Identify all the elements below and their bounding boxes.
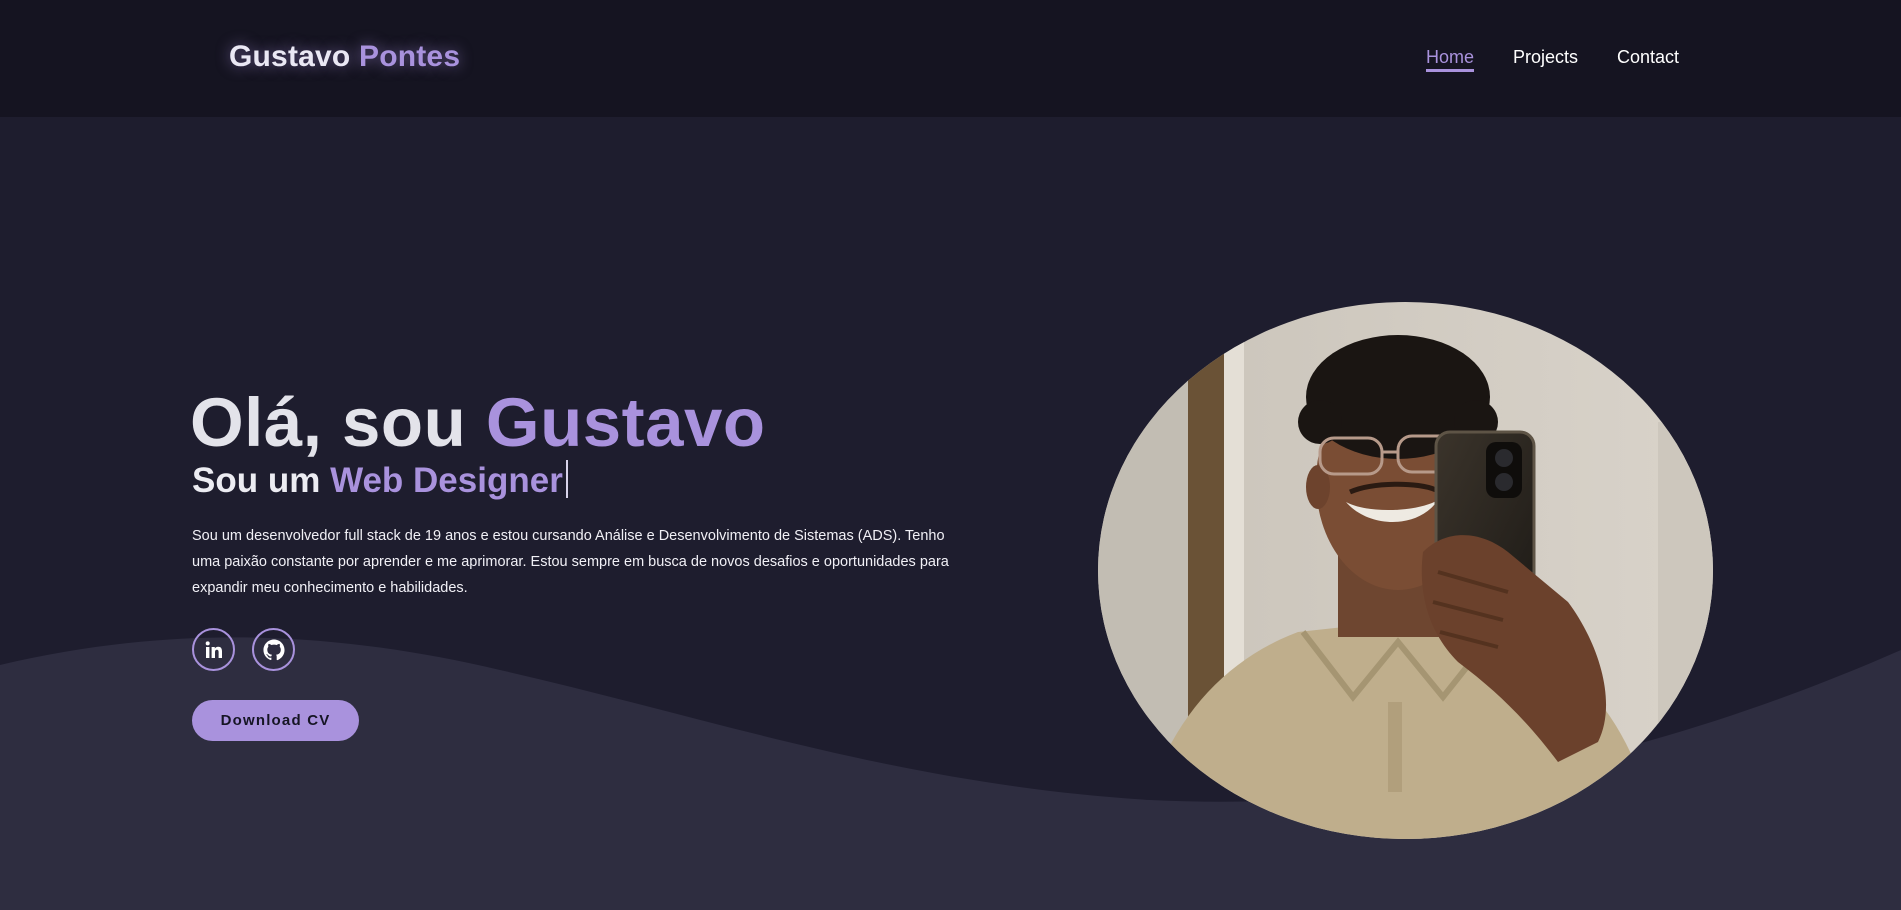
hero-subtitle-role: Web Designer — [330, 461, 563, 500]
site-logo[interactable]: Gustavo Pontes — [229, 40, 460, 74]
typing-cursor — [565, 460, 568, 498]
linkedin-icon — [205, 640, 222, 658]
linkedin-link[interactable] — [192, 628, 235, 671]
nav-home[interactable]: Home — [1426, 47, 1475, 72]
nav-contact[interactable]: Contact — [1617, 47, 1679, 68]
site-header: Gustavo Pontes Home Projects Contact — [0, 0, 1901, 117]
logo-last-name: Pontes — [358, 40, 461, 73]
hero-subtitle: Sou um Web Designer — [192, 460, 568, 501]
hero-title-prefix: Olá, sou — [190, 384, 467, 461]
github-icon — [262, 638, 285, 660]
nav-projects[interactable]: Projects — [1513, 47, 1578, 68]
hero-title-name: Gustavo — [485, 384, 766, 461]
download-cv-button[interactable]: Download CV — [192, 700, 359, 741]
hero-description: Sou um desenvolvedor full stack de 19 an… — [192, 528, 949, 596]
logo-first-name: Gustavo — [229, 40, 351, 73]
page: Gustavo Pontes Home Projects Contact Olá… — [0, 0, 1901, 910]
github-link[interactable] — [252, 628, 295, 671]
hero-title: Olá, sou Gustavo — [190, 383, 765, 462]
profile-photo — [1098, 302, 1713, 839]
hero-subtitle-prefix: Sou um — [192, 461, 321, 500]
